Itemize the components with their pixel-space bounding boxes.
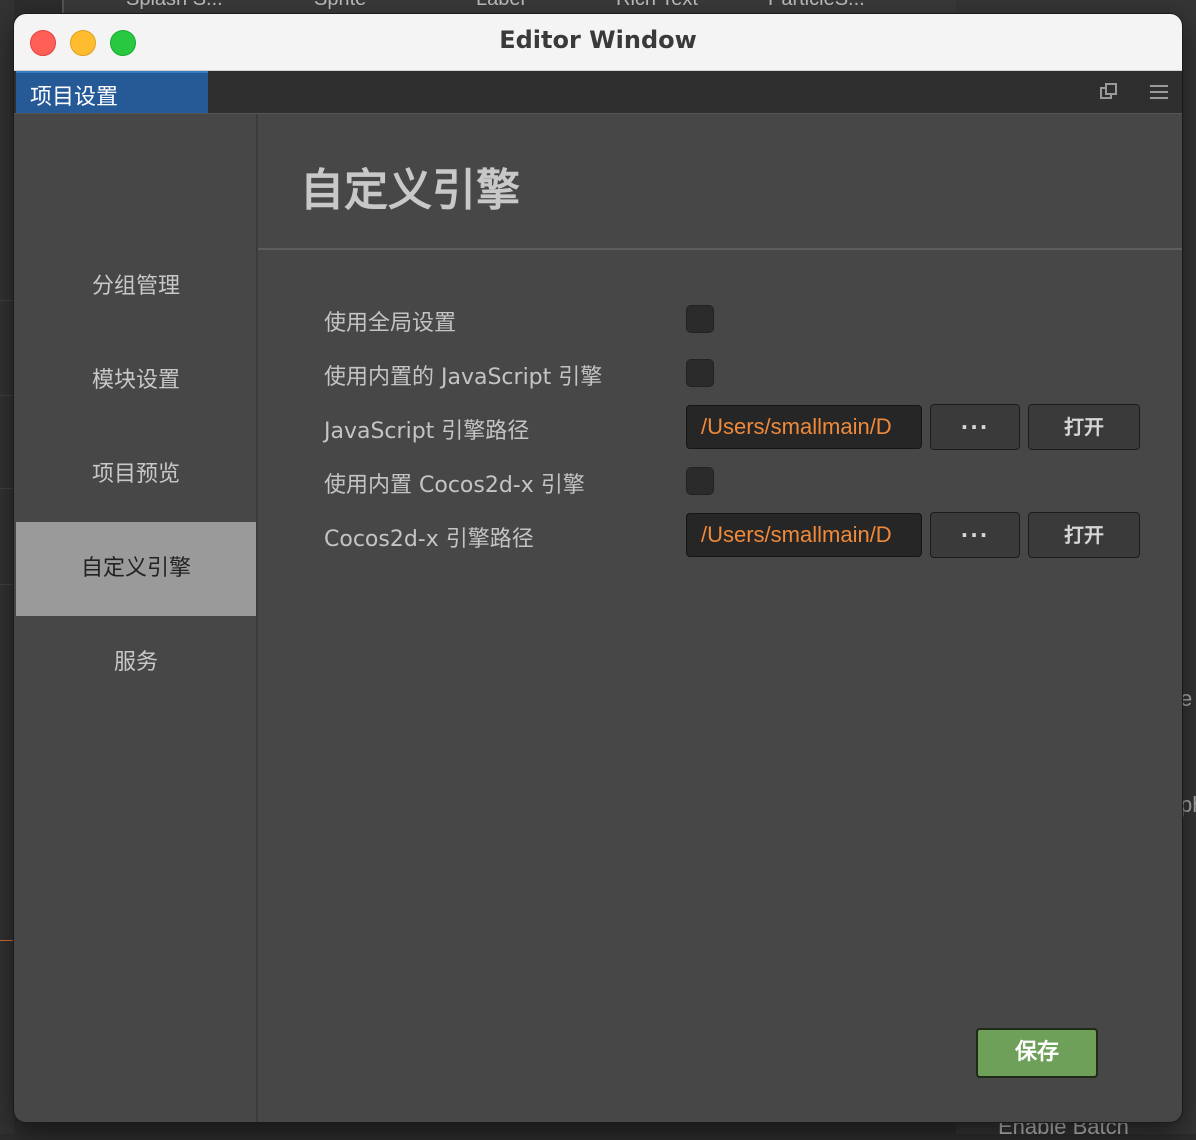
- hamburger-menu-icon[interactable]: [1148, 81, 1170, 103]
- background-divider: [0, 300, 14, 301]
- background-divider: [0, 940, 14, 941]
- js-engine-open-button[interactable]: 打开: [1028, 404, 1140, 450]
- background-tab[interactable]: Rich Text: [616, 0, 698, 11]
- background-text-fragment: ph: [1180, 792, 1196, 817]
- background-toolbar: Splash S... Sprite Label Rich Text Parti…: [62, 0, 966, 14]
- sidebar-item-project-preview[interactable]: 项目预览: [16, 428, 256, 522]
- window-titlebar[interactable]: Editor Window: [14, 14, 1182, 71]
- use-builtin-cocos-engine-checkbox[interactable]: [686, 467, 714, 495]
- use-global-settings-label: 使用全局设置: [324, 311, 457, 336]
- use-builtin-js-engine-checkbox[interactable]: [686, 359, 714, 387]
- use-builtin-cocos-engine-label: 使用内置 Cocos2d-x 引擎: [324, 473, 585, 498]
- background-left-panel: [0, 0, 14, 1134]
- title-divider: [258, 248, 1182, 250]
- sidebar-item-group-management[interactable]: 分组管理: [16, 240, 256, 334]
- sidebar-item-module-settings[interactable]: 模块设置: [16, 334, 256, 428]
- cocos-engine-path-input[interactable]: /Users/smallmain/D: [686, 513, 922, 557]
- page-title: 自定义引擎: [300, 165, 520, 216]
- background-divider: [0, 395, 14, 396]
- cocos-engine-browse-button[interactable]: ···: [930, 512, 1020, 558]
- tab-project-settings[interactable]: 项目设置: [16, 71, 208, 113]
- js-engine-path-input[interactable]: /Users/smallmain/D: [686, 405, 922, 449]
- save-button[interactable]: 保存: [976, 1028, 1098, 1078]
- use-builtin-js-engine-label: 使用内置的 JavaScript 引擎: [324, 365, 603, 390]
- editor-window: Editor Window 项目设置 分组管理 模块设置 项目预览 自定义引擎 …: [14, 14, 1182, 1122]
- sidebar-item-custom-engine[interactable]: 自定义引擎: [16, 522, 256, 616]
- popout-icon[interactable]: [1098, 81, 1120, 103]
- cocos-engine-open-button[interactable]: 打开: [1028, 512, 1140, 558]
- background-divider: [0, 584, 14, 585]
- settings-sidebar: 分组管理 模块设置 项目预览 自定义引擎 服务: [16, 114, 258, 1122]
- background-tab[interactable]: Label: [476, 0, 525, 11]
- panel-tab-bar: 项目设置: [14, 71, 1182, 114]
- window-title: Editor Window: [499, 26, 697, 54]
- js-engine-browse-button[interactable]: ···: [930, 404, 1020, 450]
- background-divider: [0, 488, 14, 489]
- use-global-settings-checkbox[interactable]: [686, 305, 714, 333]
- background-tab[interactable]: Sprite: [314, 0, 366, 11]
- background-tab[interactable]: Splash S...: [126, 0, 223, 11]
- settings-content: 自定义引擎 使用全局设置 使用内置的 JavaScript 引擎 JavaScr…: [258, 114, 1182, 1122]
- js-engine-path-label: JavaScript 引擎路径: [324, 419, 530, 444]
- sidebar-item-services[interactable]: 服务: [16, 616, 256, 710]
- background-tab[interactable]: ParticleS...: [768, 0, 865, 11]
- cocos-engine-path-label: Cocos2d-x 引擎路径: [324, 527, 534, 552]
